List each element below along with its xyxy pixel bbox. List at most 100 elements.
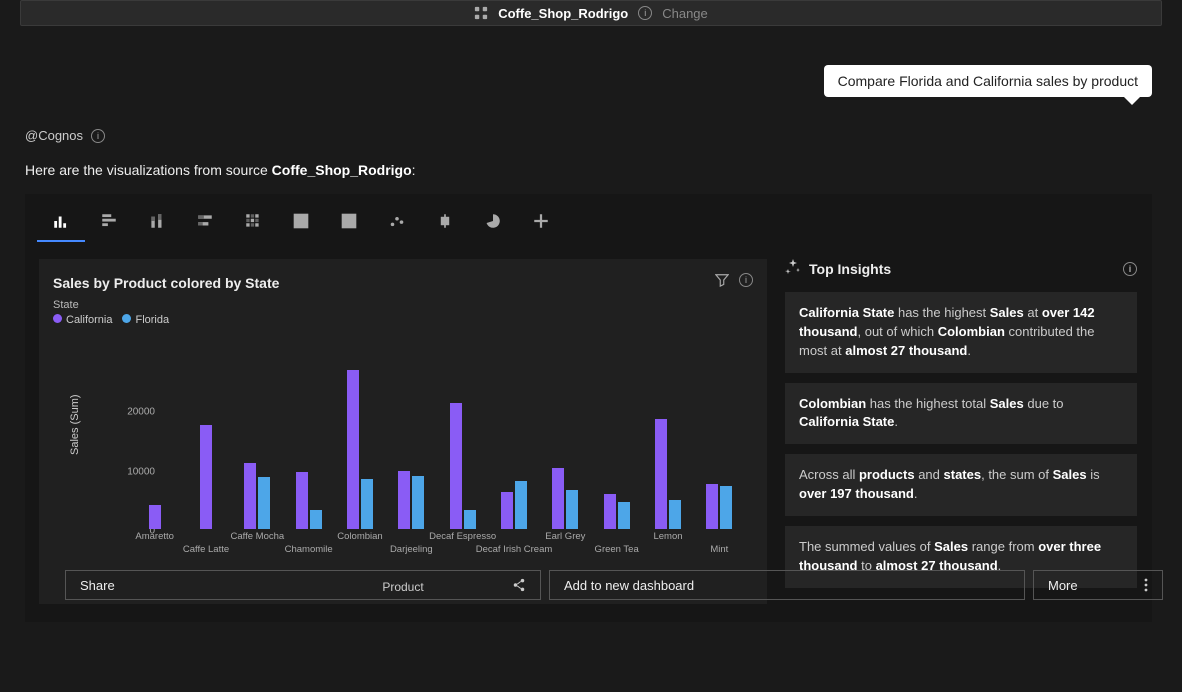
bar-group <box>591 494 642 529</box>
visualization-panel: Sales by Product colored by State i Stat… <box>25 194 1152 622</box>
change-source-link[interactable]: Change <box>662 6 708 21</box>
heatmap-icon <box>244 212 262 233</box>
x-tick-label: Caffe Latte <box>183 544 229 555</box>
chart-tab-heatmap[interactable] <box>229 204 277 242</box>
donut-icon <box>484 212 502 233</box>
bar-vertical-icon <box>52 212 70 233</box>
chart-tab-bar-vertical[interactable] <box>37 204 85 242</box>
x-tick-label: Decaf Espresso <box>429 531 496 542</box>
bar[interactable] <box>552 468 564 529</box>
agent-label: @Cognos i <box>25 128 105 143</box>
bar-group <box>283 472 334 529</box>
bar[interactable] <box>310 510 322 529</box>
chart-tab-column-stacked[interactable] <box>133 204 181 242</box>
x-tick-label: Colombian <box>337 531 382 542</box>
add-icon <box>532 212 550 233</box>
chart-tab-bar-stacked-h[interactable] <box>181 204 229 242</box>
sparkle-icon <box>785 259 801 278</box>
bar[interactable] <box>464 510 476 529</box>
bar-group <box>129 505 180 529</box>
bar[interactable] <box>566 490 578 529</box>
x-tick-label: Decaf Irish Cream <box>476 544 553 555</box>
bar-horizontal-icon <box>100 212 118 233</box>
chart-tab-donut[interactable] <box>469 204 517 242</box>
grid-icon <box>340 212 358 233</box>
x-tick-label: Chamomile <box>285 544 333 555</box>
scatter-icon <box>388 212 406 233</box>
chart-title: Sales by Product colored by State <box>53 275 753 291</box>
bar[interactable] <box>720 486 732 529</box>
x-tick-label: Mint <box>710 544 728 555</box>
bar[interactable] <box>618 502 630 529</box>
table-icon <box>292 212 310 233</box>
add-dashboard-button[interactable]: Add to new dashboard <box>549 570 1025 600</box>
bar[interactable] <box>706 484 718 529</box>
insight-card[interactable]: Colombian has the highest total Sales du… <box>785 383 1137 445</box>
chart-legend: State California Florida <box>53 299 753 326</box>
bar[interactable] <box>398 471 410 529</box>
share-button[interactable]: Share <box>65 570 541 600</box>
bar[interactable] <box>450 403 462 529</box>
y-axis-label: Sales (Sum) <box>69 394 81 455</box>
x-tick-label: Earl Grey <box>545 531 585 542</box>
x-tick-label: Darjeeling <box>390 544 433 555</box>
source-bar: Coffe_Shop_Rodrigo i Change <box>20 0 1162 26</box>
bar-group <box>540 468 591 529</box>
legend-item[interactable]: Florida <box>122 314 169 326</box>
chart-tab-table[interactable] <box>277 204 325 242</box>
chart-tab-add[interactable] <box>517 204 565 242</box>
chart-tab-bar-horizontal[interactable] <box>85 204 133 242</box>
chart-tab-boxplot[interactable] <box>421 204 469 242</box>
boxplot-icon <box>436 212 454 233</box>
info-icon[interactable]: i <box>739 273 753 287</box>
bar-stacked-h-icon <box>196 212 214 233</box>
bar-group <box>180 425 231 529</box>
x-tick-label: Green Tea <box>595 544 639 555</box>
insights-panel: Top Insights i California State has the … <box>785 259 1137 623</box>
bar[interactable] <box>515 481 527 529</box>
response-intro: Here are the visualizations from source … <box>25 162 416 178</box>
chart-tab-scatter[interactable] <box>373 204 421 242</box>
bar-group <box>386 471 437 529</box>
info-icon[interactable]: i <box>1123 262 1137 276</box>
bar[interactable] <box>655 419 667 529</box>
bar-group <box>232 463 283 529</box>
action-bar: Share Add to new dashboard More <box>65 570 1163 600</box>
bar[interactable] <box>347 370 359 529</box>
chart-type-tabs <box>25 194 1152 243</box>
bar[interactable] <box>244 463 256 529</box>
bar[interactable] <box>604 494 616 529</box>
insight-card[interactable]: California State has the highest Sales a… <box>785 292 1137 373</box>
filter-icon[interactable] <box>715 273 729 290</box>
bar-group <box>437 403 488 529</box>
x-tick-label: Lemon <box>653 531 682 542</box>
data-source-icon <box>474 6 488 20</box>
bar[interactable] <box>669 500 681 529</box>
bar-group <box>694 484 745 529</box>
chart-tab-grid[interactable] <box>325 204 373 242</box>
info-icon[interactable]: i <box>638 6 652 20</box>
legend-item[interactable]: California <box>53 314 112 326</box>
bar[interactable] <box>258 477 270 529</box>
chart-card: Sales by Product colored by State i Stat… <box>39 259 767 604</box>
more-button[interactable]: More <box>1033 570 1163 600</box>
bar[interactable] <box>412 476 424 529</box>
x-tick-label: Amaretto <box>135 531 174 542</box>
bar[interactable] <box>361 479 373 529</box>
bar-group <box>488 481 539 529</box>
bar[interactable] <box>296 472 308 529</box>
bar[interactable] <box>200 425 212 529</box>
insight-card[interactable]: Across all products and states, the sum … <box>785 454 1137 516</box>
bar[interactable] <box>149 505 161 529</box>
bar-group <box>334 370 385 529</box>
chart-bars <box>129 369 745 529</box>
bar-group <box>642 419 693 529</box>
info-icon[interactable]: i <box>91 129 105 143</box>
bar[interactable] <box>501 492 513 529</box>
column-stacked-icon <box>148 212 166 233</box>
legend-label: State <box>53 299 753 311</box>
user-message: Compare Florida and California sales by … <box>824 65 1152 97</box>
agent-name: @Cognos <box>25 128 83 143</box>
insights-title: Top Insights <box>809 261 891 277</box>
x-tick-label: Caffe Mocha <box>230 531 284 542</box>
